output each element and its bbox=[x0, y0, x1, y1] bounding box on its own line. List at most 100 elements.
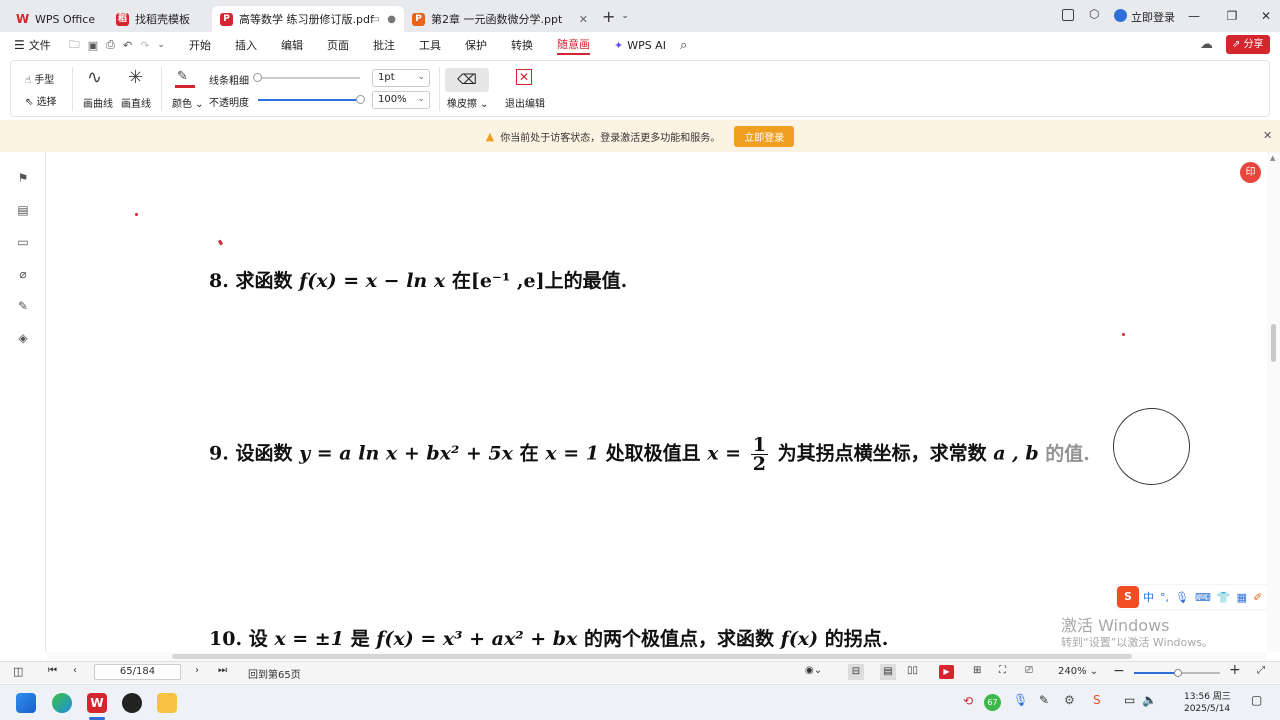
draw-line-label[interactable]: 画直线 bbox=[121, 95, 151, 110]
attachment-icon[interactable]: ⌀ bbox=[15, 266, 31, 282]
share-button[interactable]: ⇗ 分享 bbox=[1226, 35, 1270, 54]
sogou-tray-icon[interactable]: S bbox=[1093, 693, 1101, 707]
mic-tray-icon[interactable]: 🎙 bbox=[1013, 693, 1028, 707]
ime-mode[interactable]: 中 bbox=[1143, 589, 1154, 605]
zoom-slider-handle[interactable] bbox=[1174, 669, 1182, 677]
app-icon[interactable] bbox=[122, 693, 142, 713]
fullscreen-icon[interactable]: ⤢ bbox=[1257, 665, 1265, 676]
wps-ai-icon[interactable]: ✦ bbox=[614, 39, 623, 52]
pen-tray-icon[interactable]: ✎ bbox=[1039, 693, 1049, 707]
file-explorer-icon[interactable] bbox=[157, 693, 177, 713]
gear-tray-icon[interactable]: ⚙ bbox=[1064, 693, 1075, 707]
next-page-icon[interactable]: › bbox=[195, 665, 199, 676]
opacity-slider[interactable] bbox=[258, 99, 362, 101]
bookmark-icon[interactable]: ⚑ bbox=[15, 170, 31, 186]
close-notice-icon[interactable]: ✕ bbox=[1263, 129, 1272, 142]
clock-date[interactable]: 2025/5/14 bbox=[1184, 704, 1230, 714]
fit-width-icon[interactable]: ⊞ bbox=[973, 665, 981, 676]
menu-page[interactable]: 页面 bbox=[327, 37, 349, 53]
menu-start[interactable]: 开始 bbox=[189, 37, 211, 53]
layers-icon[interactable]: ◈ bbox=[15, 330, 31, 346]
search-icon[interactable]: ⌕ bbox=[680, 38, 687, 53]
color-dropdown[interactable]: 颜色 ⌄ bbox=[172, 95, 204, 110]
two-page-icon[interactable]: ▯▯ bbox=[907, 665, 918, 676]
menu-protect[interactable]: 保护 bbox=[465, 37, 487, 53]
draw-curve-label[interactable]: 画曲线 bbox=[83, 95, 113, 110]
opacity-select[interactable]: 100% ⌄ bbox=[372, 91, 430, 109]
exit-edit-icon[interactable]: ✕ bbox=[516, 69, 532, 85]
keyboard-icon[interactable]: ⌨ bbox=[1195, 591, 1211, 604]
volume-icon[interactable]: 🔈 bbox=[1142, 693, 1157, 707]
login-link[interactable]: 立即登录 bbox=[1131, 9, 1175, 25]
print-icon[interactable]: ⎙ bbox=[106, 38, 115, 52]
eraser-dropdown[interactable]: 橡皮擦 ⌄ bbox=[447, 95, 489, 110]
fit-page-icon[interactable]: ⛶ bbox=[999, 665, 1006, 676]
exit-edit-label[interactable]: 退出编辑 bbox=[505, 95, 545, 110]
undo-icon[interactable]: ↶ bbox=[123, 39, 132, 52]
close-tab-icon[interactable]: ✕ bbox=[579, 13, 588, 26]
prev-page-icon[interactable]: ‹ bbox=[73, 665, 77, 676]
clock-time[interactable]: 13:56 周三 bbox=[1184, 689, 1231, 702]
minimize-button[interactable]: — bbox=[1174, 0, 1214, 32]
curve-icon[interactable]: ∿ bbox=[87, 67, 102, 88]
menu-freehand[interactable]: 随意画 bbox=[556, 36, 590, 55]
network-icon[interactable]: ▭ bbox=[1124, 693, 1135, 707]
redo-icon[interactable]: ↷ bbox=[140, 39, 149, 52]
horizontal-scroll-thumb[interactable] bbox=[172, 654, 1132, 659]
sidebar-toggle-icon[interactable]: ◫ bbox=[13, 665, 23, 678]
wps-taskbar-icon[interactable]: W bbox=[87, 693, 107, 713]
vertical-scrollbar[interactable]: ▲ bbox=[1267, 152, 1280, 652]
signature-icon[interactable]: ✎ bbox=[15, 298, 31, 314]
first-page-icon[interactable]: ⏮ bbox=[48, 665, 57, 676]
single-page-icon[interactable]: ⊟ bbox=[848, 664, 864, 680]
brush-icon[interactable]: ✐ bbox=[1253, 591, 1262, 604]
line-icon[interactable]: ✳ bbox=[128, 67, 143, 88]
tab-ppt[interactable]: P 第2章 一元函数微分学.ppt ✕ bbox=[404, 6, 596, 32]
mic-icon[interactable]: 🎙 bbox=[1175, 591, 1189, 604]
close-button[interactable]: ✕ bbox=[1246, 0, 1280, 32]
menu-insert[interactable]: 插入 bbox=[235, 37, 257, 53]
document-page[interactable]: 8. 求函数 f(x) = x − ln x 在[e⁻¹ ,e]上的最值. 9.… bbox=[47, 152, 1279, 652]
scroll-up-icon[interactable]: ▲ bbox=[1270, 154, 1275, 162]
zoom-out-icon[interactable]: − bbox=[1113, 663, 1125, 679]
eye-icon[interactable]: ◉⌄ bbox=[805, 665, 822, 676]
seal-icon[interactable]: 印 bbox=[1240, 162, 1261, 183]
windows-start-icon[interactable] bbox=[16, 693, 36, 713]
play-icon[interactable]: ▶ bbox=[939, 665, 954, 679]
hamburger-icon[interactable]: ☰ bbox=[14, 38, 25, 52]
tab-daoke[interactable]: 稻 找稻壳模板 bbox=[108, 6, 212, 32]
menu-convert[interactable]: 转换 bbox=[511, 37, 533, 53]
quick-more-icon[interactable]: ⌄ bbox=[157, 40, 165, 50]
skin-icon[interactable]: 👕 bbox=[1217, 591, 1231, 604]
thickness-slider-handle[interactable] bbox=[253, 73, 262, 82]
page-input[interactable]: 65/184 bbox=[94, 664, 181, 680]
grid-icon[interactable]: ▦ bbox=[1237, 591, 1247, 604]
pen-icon[interactable]: ✎ bbox=[177, 69, 188, 84]
back-to-page-link[interactable]: 回到第65页 bbox=[248, 666, 301, 681]
temperature-badge[interactable]: 67 bbox=[984, 694, 1001, 711]
new-tab-icon[interactable]: + bbox=[602, 7, 615, 26]
ime-toolbar[interactable]: S 中 °, 🎙 ⌨ 👕 ▦ ✐ bbox=[1117, 585, 1279, 609]
hand-tool-button[interactable]: ☝ 手型 bbox=[25, 71, 54, 86]
zoom-select[interactable]: 240% ⌄ bbox=[1058, 666, 1098, 677]
opacity-slider-handle[interactable] bbox=[356, 95, 365, 104]
select-tool-button[interactable]: ⇖ 选择 bbox=[25, 93, 57, 108]
window-mode-icon[interactable] bbox=[1062, 9, 1074, 21]
punctuation-icon[interactable]: °, bbox=[1160, 591, 1169, 604]
continuous-page-icon[interactable]: ▤ bbox=[880, 664, 896, 680]
chevron-down-icon[interactable]: ⌄ bbox=[621, 11, 629, 21]
tab-wps-office[interactable]: W WPS Office bbox=[8, 6, 108, 32]
comment-icon[interactable]: ▭ bbox=[15, 234, 31, 250]
menu-tools[interactable]: 工具 bbox=[419, 37, 441, 53]
cloud-upload-icon[interactable]: ☁ bbox=[1200, 37, 1213, 52]
thumbnail-icon[interactable]: ▤ bbox=[15, 202, 31, 218]
open-folder-icon[interactable]: 🗀 bbox=[69, 36, 80, 55]
user-icon[interactable] bbox=[1114, 9, 1127, 22]
edge-icon[interactable] bbox=[52, 693, 72, 713]
menu-edit[interactable]: 编辑 bbox=[281, 37, 303, 53]
screenshot-icon[interactable]: ⎚ bbox=[1025, 665, 1033, 676]
save-icon[interactable]: ▣ bbox=[88, 39, 98, 52]
menu-file[interactable]: 文件 bbox=[29, 37, 51, 53]
thickness-select[interactable]: 1pt ⌄ bbox=[372, 69, 430, 87]
cube-icon[interactable]: ⬡ bbox=[1089, 7, 1099, 21]
